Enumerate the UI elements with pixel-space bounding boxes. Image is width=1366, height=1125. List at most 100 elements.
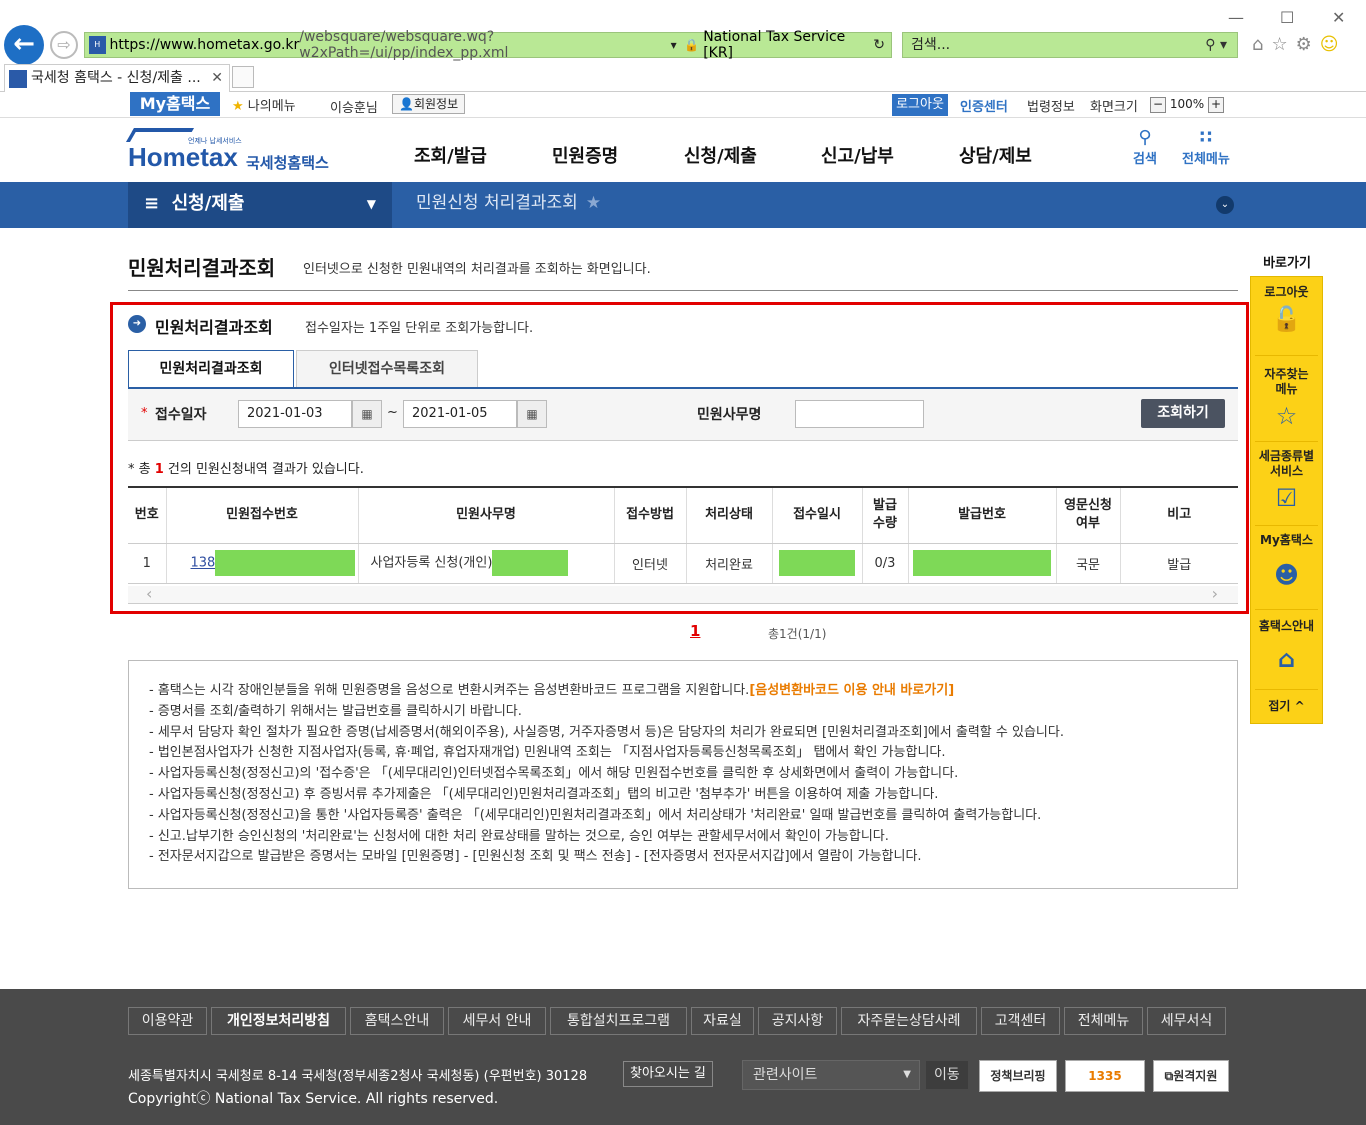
zoom-out-button[interactable]: −	[1150, 96, 1166, 113]
nav-civil-cert[interactable]: 민원증명	[552, 142, 618, 168]
date-from-input[interactable]: 2021-01-03	[238, 400, 352, 428]
footer-library[interactable]: 자료실	[691, 1007, 754, 1035]
star-icon: ☆	[1275, 402, 1298, 430]
checkbox-icon: ☑	[1275, 484, 1298, 512]
myhometax-link[interactable]: My홈택스	[130, 92, 220, 116]
cell-issue-no[interactable]	[907, 543, 1056, 584]
page-link-current[interactable]: 1	[690, 622, 700, 640]
notice-item: - 증명서를 조회/출력하기 위해서는 발급번호를 클릭하시기 바랍니다.	[149, 703, 522, 719]
related-sites-select[interactable]: 관련사이트 ▼	[742, 1060, 920, 1090]
toolbar-icons[interactable]: ⌂☆⚙☺	[1252, 34, 1346, 55]
footer-forms[interactable]: 세무서식	[1147, 1007, 1226, 1035]
quick-logout[interactable]: 로그아웃 🔓	[1251, 285, 1322, 334]
nav-inquiry[interactable]: 조회/발급	[414, 142, 487, 168]
maximize-icon[interactable]: ☐	[1280, 8, 1294, 27]
search-button[interactable]: 조회하기	[1141, 399, 1225, 428]
favorites-icon[interactable]: ☆	[1271, 34, 1295, 55]
section-name: 신청/제출	[171, 193, 245, 214]
redaction-mask	[215, 550, 356, 576]
favorite-star-icon[interactable]: ★	[586, 193, 601, 213]
quick-guide[interactable]: 홈택스안내 ⌂	[1251, 619, 1322, 674]
footer-terms[interactable]: 이용약관	[128, 1007, 207, 1035]
my-menu-link[interactable]: ★ 나의메뉴	[232, 95, 296, 114]
calendar-icon[interactable]: ▦	[517, 400, 547, 428]
scroll-left-icon[interactable]: ‹	[146, 586, 152, 602]
browser-search-input[interactable]: 검색... ⚲ ▾	[902, 32, 1238, 58]
logo-text: Hometax	[128, 142, 238, 172]
cell-note: 발급	[1119, 543, 1238, 584]
voice-barcode-link[interactable]: [음성변환바코드 이용 안내 바로가기]	[749, 683, 954, 698]
footer-faq[interactable]: 자주묻는상담사례	[841, 1007, 977, 1035]
quick-favorite-menu[interactable]: 자주찾는 메뉴 ☆	[1251, 367, 1322, 431]
address-bar[interactable]: H https://www.hometax.go.kr/websquare/we…	[84, 29, 892, 61]
section-note: 접수일자는 1주일 단위로 조회가능합니다.	[305, 321, 534, 336]
new-tab-button[interactable]	[232, 66, 254, 88]
footer-install[interactable]: 통합설치프로그램	[550, 1007, 687, 1035]
home-icon[interactable]: ⌂	[1252, 34, 1271, 55]
tab-result-inquiry[interactable]: 민원처리결과조회	[128, 350, 294, 388]
receipt-number-link[interactable]: 138	[191, 556, 216, 571]
horizontal-scrollbar[interactable]: ‹ ›	[128, 586, 1238, 604]
header-search-button[interactable]: ⚲ 검색	[1133, 128, 1157, 168]
lock-icon: 🔓	[1271, 305, 1302, 333]
hometax-logo[interactable]: 언제나 납세서비스 Hometax 국세청홈택스	[125, 128, 338, 176]
all-menu-button[interactable]: ∷ 전체메뉴	[1182, 128, 1230, 168]
calendar-icon[interactable]: ▦	[352, 400, 382, 428]
utility-bar: My홈택스 ★ 나의메뉴 이승훈님 👤회원정보 로그아웃 인증센터 법령정보 화…	[0, 92, 1366, 118]
remote-support-banner[interactable]: ⧉원격지원	[1153, 1060, 1229, 1092]
footer-office[interactable]: 세무서 안내	[448, 1007, 546, 1035]
dropdown-icon[interactable]: ▾ 🔒	[671, 38, 700, 52]
quick-tax-service[interactable]: 세금종류별 서비스 ☑	[1251, 449, 1322, 513]
notice-item: - 사업자등록신청(정정신고)을 통한 '사업자등록증' 출력은 「(세무대리인…	[149, 807, 1042, 823]
chevron-down-icon[interactable]: ⌄	[1216, 196, 1234, 214]
quick-collapse-button[interactable]: 접기 ^	[1251, 699, 1322, 714]
tab-favicon-icon	[9, 70, 27, 88]
minimize-icon[interactable]: —	[1228, 8, 1244, 27]
tab-internet-receipt[interactable]: 인터넷접수목록조회	[296, 350, 478, 388]
footer: 이용약관 개인정보처리방침 홈택스안내 세무서 안내 통합설치프로그램 자료실 …	[0, 989, 1366, 1125]
footer-guide[interactable]: 홈택스안내	[350, 1007, 444, 1035]
hotline-banner[interactable]: 1335	[1065, 1060, 1145, 1092]
col-received-at: 접수일시	[771, 486, 862, 544]
settings-gear-icon[interactable]: ⚙	[1296, 34, 1320, 55]
section-dropdown[interactable]: ≡ 신청/제출 ▼	[128, 182, 392, 228]
nav-apply[interactable]: 신청/제출	[684, 142, 757, 168]
browser-tab[interactable]: 국세청 홈택스 - 신청/제출 ... ✕	[4, 64, 230, 92]
member-info-button[interactable]: 👤회원정보	[392, 94, 466, 114]
back-button[interactable]: ←	[4, 25, 44, 65]
zoom-in-button[interactable]: +	[1207, 96, 1224, 113]
divider	[1255, 689, 1318, 690]
scroll-right-icon[interactable]: ›	[1212, 586, 1218, 602]
cert-center-link[interactable]: 인증센터	[960, 96, 1008, 115]
law-info-link[interactable]: 법령정보	[1027, 96, 1075, 115]
refresh-icon[interactable]: ↻	[873, 37, 885, 53]
footer-all-menu[interactable]: 전체메뉴	[1064, 1007, 1143, 1035]
logout-button[interactable]: 로그아웃	[892, 94, 948, 116]
date-to-input[interactable]: 2021-01-05	[403, 400, 517, 428]
find-way-button[interactable]: 찾아오시는 길	[623, 1061, 713, 1087]
quick-myhometax[interactable]: My홈택스 ☻	[1251, 533, 1322, 590]
col-no: 번호	[128, 486, 166, 544]
cell-qty: 0/3	[861, 543, 908, 584]
nav-consult[interactable]: 상담/제보	[959, 142, 1032, 168]
task-name-input[interactable]	[795, 400, 924, 428]
member-info-label: 회원정보	[413, 97, 459, 111]
browser-chrome: ← ⇨ H https://www.hometax.go.kr/websquar…	[0, 0, 1366, 92]
policy-briefing-banner[interactable]: 정책브리핑	[979, 1060, 1057, 1092]
logo-korean: 국세청홈택스	[246, 154, 329, 172]
footer-customer[interactable]: 고객센터	[981, 1007, 1060, 1035]
forward-button[interactable]: ⇨	[50, 31, 78, 59]
smiley-icon[interactable]: ☺	[1320, 34, 1347, 55]
go-button[interactable]: 이동	[926, 1061, 968, 1089]
close-icon[interactable]: ✕	[1332, 8, 1345, 27]
date-label: 접수일자	[155, 407, 207, 423]
caret-down-icon: ▼	[903, 1069, 911, 1080]
search-icon[interactable]: ⚲ ▾	[1205, 33, 1227, 57]
nav-report-pay[interactable]: 신고/납부	[821, 142, 894, 168]
site-header: 언제나 납세서비스 Hometax 국세청홈택스 조회/발급 민원증명 신청/제…	[0, 118, 1366, 182]
url-path: /websquare/websquare.wq?w2xPath=/ui/pp/i…	[299, 29, 509, 61]
footer-notice[interactable]: 공지사항	[758, 1007, 837, 1035]
footer-address: 세종특별자치시 국세청로 8-14 국세청(정부세종2청사 국세청동) (우편번…	[128, 1069, 588, 1084]
tab-close-icon[interactable]: ✕	[211, 65, 223, 91]
footer-privacy[interactable]: 개인정보처리방침	[211, 1007, 346, 1035]
